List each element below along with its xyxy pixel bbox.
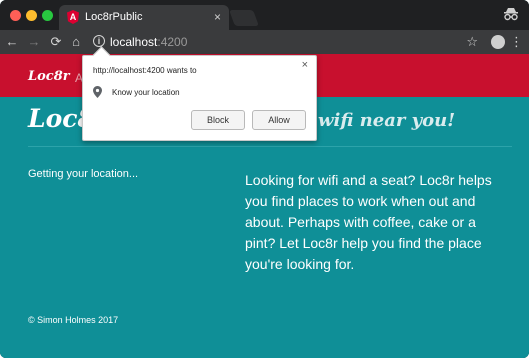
page-tagline: wifi near you! [318,110,456,131]
location-permission-dialog: × http://localhost:4200 wants to Know yo… [82,46,317,141]
location-pin-icon [93,86,102,98]
incognito-icon [504,8,518,21]
close-icon[interactable]: × [302,59,308,71]
divider [28,146,512,147]
url-text: localhost:4200 [110,35,188,49]
reload-icon[interactable]: ⟳ [48,34,64,50]
browser-window: A Loc8rPublic × ← → ⟳ ⌂ i localhost:4200… [0,0,529,358]
back-arrow-icon[interactable]: ← [4,34,20,50]
browser-tab[interactable]: A Loc8rPublic × [59,5,229,30]
permission-title: http://localhost:4200 wants to [93,66,197,75]
block-button[interactable]: Block [191,110,245,130]
maximize-window-button[interactable] [42,10,53,21]
bookmark-star-icon[interactable]: ☆ [466,33,478,51]
allow-button[interactable]: Allow [252,110,306,130]
location-status: Getting your location... [28,168,139,180]
address-bar[interactable]: i localhost:4200 ☆ [88,32,488,52]
new-tab-button[interactable] [229,10,259,26]
footer-copyright: © Simon Holmes 2017 [28,315,119,325]
tab-close-icon[interactable]: × [214,10,221,24]
title-bar: A Loc8rPublic × [0,0,529,30]
tab-title: Loc8rPublic [85,11,143,23]
intro-text: Looking for wifi and a seat? Loc8r helps… [245,172,492,272]
menu-icon[interactable]: ⋮ [510,34,523,50]
minimize-window-button[interactable] [26,10,37,21]
brand-logo[interactable]: Loc8r [28,69,70,84]
permission-text: Know your location [112,88,180,97]
favicon-letter: A [69,12,77,22]
forward-arrow-icon[interactable]: → [26,34,42,50]
close-window-button[interactable] [10,10,21,21]
home-icon[interactable]: ⌂ [68,34,84,50]
browser-toolbar: ← → ⟳ ⌂ i localhost:4200 ☆ [0,30,529,54]
extension-icon[interactable] [491,35,505,49]
info-icon[interactable]: i [93,35,105,47]
